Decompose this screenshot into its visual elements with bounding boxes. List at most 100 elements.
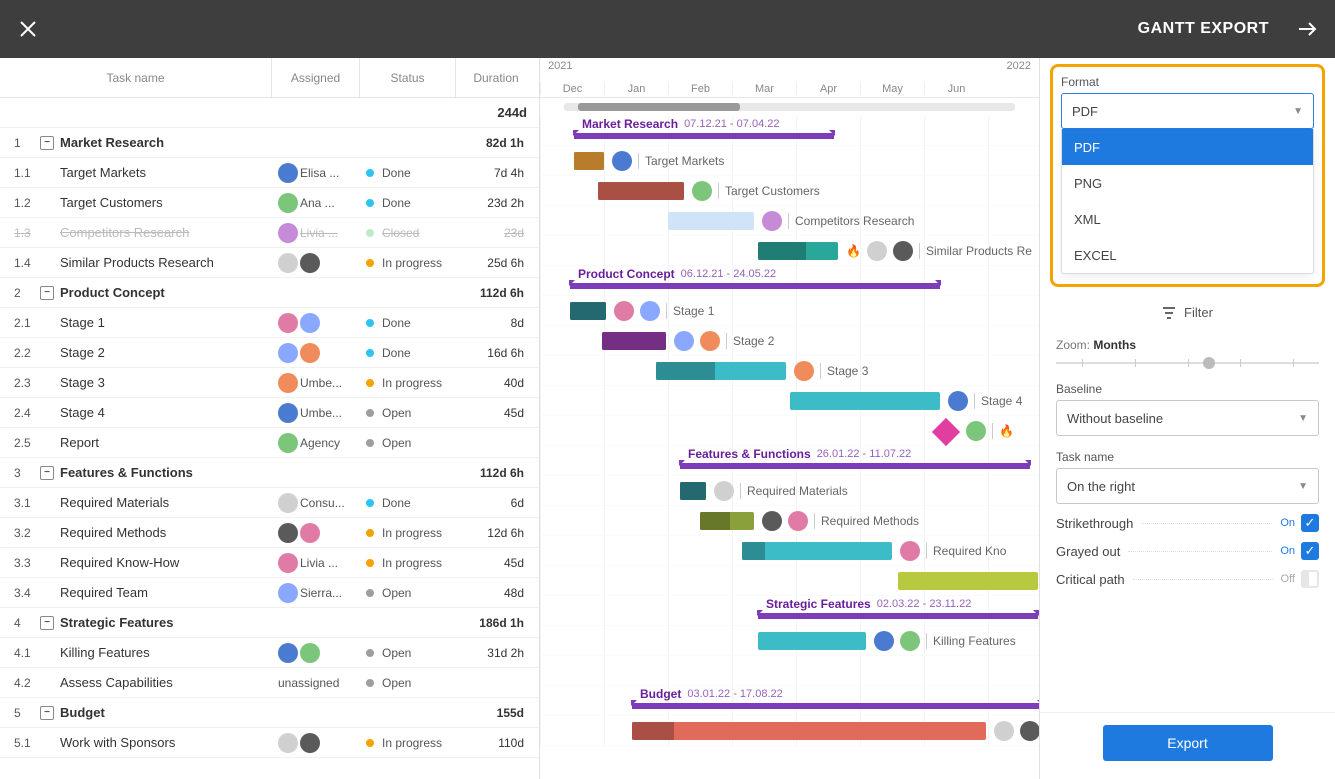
- gantt-summary-lane[interactable]: Features & Functions26.01.22 - 11.07.22: [540, 446, 1039, 476]
- summary-bar[interactable]: [758, 613, 1038, 619]
- collapse-button[interactable]: −: [40, 616, 54, 630]
- zoom-slider[interactable]: [1056, 356, 1319, 370]
- next-arrow-button[interactable]: [1279, 0, 1335, 58]
- avatar: [640, 301, 660, 321]
- collapse-button[interactable]: −: [40, 706, 54, 720]
- summary-name: Features & Functions: [688, 447, 811, 461]
- gantt-summary-lane[interactable]: Budget03.01.22 - 17.08.22: [540, 686, 1039, 716]
- filter-button[interactable]: Filter: [1056, 305, 1319, 320]
- task-row[interactable]: 1.3Competitors ResearchLivia ...Closed23…: [0, 218, 539, 248]
- close-button[interactable]: [0, 0, 56, 58]
- task-row[interactable]: 2.2Stage 2Done16d 6h: [0, 338, 539, 368]
- task-row[interactable]: 3.1Required MaterialsConsu...Done6d: [0, 488, 539, 518]
- summary-bar[interactable]: [570, 283, 940, 289]
- gantt-summary-lane[interactable]: Market Research07.12.21 - 07.04.22: [540, 116, 1039, 146]
- gantt-task-lane[interactable]: 🔥: [540, 416, 1039, 446]
- task-bar[interactable]: [656, 362, 786, 380]
- format-option-excel[interactable]: EXCEL: [1062, 237, 1313, 273]
- task-row[interactable]: 4.2Assess CapabilitiesunassignedOpen: [0, 668, 539, 698]
- gantt-task-lane[interactable]: Stage 2: [540, 326, 1039, 356]
- task-row[interactable]: 2.1Stage 1Done8d: [0, 308, 539, 338]
- task-row[interactable]: 1.2Target CustomersAna ...Done23d 2h: [0, 188, 539, 218]
- task-bar[interactable]: [680, 482, 706, 500]
- avatar: [994, 721, 1014, 741]
- summary-bar[interactable]: [632, 703, 1039, 709]
- task-bar[interactable]: [758, 632, 866, 650]
- task-bar[interactable]: [668, 212, 754, 230]
- task-bar[interactable]: [570, 302, 606, 320]
- format-option-png[interactable]: PNG: [1062, 165, 1313, 201]
- strikethrough-toggle[interactable]: On ✓: [1280, 514, 1319, 532]
- gantt-task-lane[interactable]: Competitors Research: [540, 206, 1039, 236]
- gantt-chart[interactable]: 2021 2022 DecJanFebMarAprMayJun Market R…: [540, 58, 1039, 779]
- summary-bar[interactable]: [574, 133, 834, 139]
- summary-bar[interactable]: [680, 463, 1030, 469]
- export-button[interactable]: Export: [1103, 725, 1273, 761]
- task-bar[interactable]: [598, 182, 684, 200]
- gantt-task-lane[interactable]: [540, 566, 1039, 596]
- grayed-toggle[interactable]: On ✓: [1280, 542, 1319, 560]
- task-bar[interactable]: [632, 722, 986, 740]
- col-header-duration[interactable]: Duration: [456, 58, 536, 97]
- format-option-xml[interactable]: XML: [1062, 201, 1313, 237]
- gantt-overview-thumb[interactable]: [578, 103, 740, 111]
- format-option-pdf[interactable]: PDF: [1062, 129, 1313, 165]
- task-bar[interactable]: [602, 332, 666, 350]
- task-row[interactable]: 1.1Target MarketsElisa ...Done7d 4h: [0, 158, 539, 188]
- gantt-task-lane[interactable]: Required Kno: [540, 536, 1039, 566]
- task-row[interactable]: 2.4Stage 4Umbe...Open45d: [0, 398, 539, 428]
- task-parent-row[interactable]: 1−Market Research82d 1h: [0, 128, 539, 158]
- gantt-task-lane[interactable]: Target Markets: [540, 146, 1039, 176]
- task-row[interactable]: 1.4Similar Products ResearchIn progress2…: [0, 248, 539, 278]
- collapse-button[interactable]: −: [40, 136, 54, 150]
- task-bar[interactable]: [742, 542, 892, 560]
- gantt-task-lane[interactable]: [540, 716, 1039, 746]
- gantt-overview-scrollbar[interactable]: [564, 103, 1015, 111]
- critical-toggle[interactable]: Off: [1281, 570, 1319, 588]
- milestone-diamond[interactable]: [932, 418, 960, 446]
- grid-header: Task name Assigned Status Duration: [0, 58, 539, 98]
- gantt-task-lane[interactable]: Stage 4: [540, 386, 1039, 416]
- task-bar[interactable]: [700, 512, 754, 530]
- task-row[interactable]: 3.4Required TeamSierra...Open48d: [0, 578, 539, 608]
- task-row[interactable]: 4.1Killing FeaturesOpen31d 2h: [0, 638, 539, 668]
- gantt-task-lane[interactable]: Stage 1: [540, 296, 1039, 326]
- gantt-task-lane[interactable]: [540, 656, 1039, 686]
- task-row[interactable]: 3.3Required Know-HowLivia ...In progress…: [0, 548, 539, 578]
- gantt-task-lane[interactable]: Killing Features: [540, 626, 1039, 656]
- task-bar[interactable]: [574, 152, 604, 170]
- gantt-task-lane[interactable]: Target Customers: [540, 176, 1039, 206]
- task-parent-row[interactable]: 5−Budget155d: [0, 698, 539, 728]
- gantt-summary-lane[interactable]: Strategic Features02.03.22 - 23.11.22: [540, 596, 1039, 626]
- baseline-select[interactable]: Without baseline ▼: [1056, 400, 1319, 436]
- zoom-slider-knob[interactable]: [1203, 357, 1215, 369]
- gantt-task-lane[interactable]: Required Methods: [540, 506, 1039, 536]
- col-header-name[interactable]: Task name: [0, 58, 272, 97]
- collapse-button[interactable]: −: [40, 466, 54, 480]
- task-row[interactable]: 5.1Work with SponsorsIn progress110d: [0, 728, 539, 758]
- gantt-task-lane[interactable]: Required Materials: [540, 476, 1039, 506]
- task-row[interactable]: 3.2Required MethodsIn progress12d 6h: [0, 518, 539, 548]
- task-row[interactable]: 2.5ReportAgencyOpen: [0, 428, 539, 458]
- taskname-select[interactable]: On the right ▼: [1056, 468, 1319, 504]
- gantt-summary-lane[interactable]: Product Concept06.12.21 - 24.05.22: [540, 266, 1039, 296]
- task-parent-row[interactable]: 3−Features & Functions112d 6h: [0, 458, 539, 488]
- gantt-task-lane[interactable]: 🔥Similar Products Re: [540, 236, 1039, 266]
- task-bar[interactable]: [790, 392, 940, 410]
- task-status-cell: Open: [360, 406, 456, 420]
- task-bar-label: Competitors Research: [762, 206, 914, 236]
- collapse-button[interactable]: −: [40, 286, 54, 300]
- task-bar-label: Stage 2: [674, 326, 774, 356]
- task-parent-row[interactable]: 2−Product Concept112d 6h: [0, 278, 539, 308]
- task-assigned-cell: Consu...: [272, 493, 360, 513]
- col-header-assigned[interactable]: Assigned: [272, 58, 360, 97]
- task-status-cell: In progress: [360, 736, 456, 750]
- task-parent-row[interactable]: 4−Strategic Features186d 1h: [0, 608, 539, 638]
- format-select[interactable]: PDF ▼: [1061, 93, 1314, 129]
- col-header-status[interactable]: Status: [360, 58, 456, 97]
- task-wbs: 2.3: [0, 376, 40, 390]
- task-bar[interactable]: [758, 242, 838, 260]
- task-bar[interactable]: [898, 572, 1038, 590]
- task-row[interactable]: 2.3Stage 3Umbe...In progress40d: [0, 368, 539, 398]
- gantt-task-lane[interactable]: Stage 3: [540, 356, 1039, 386]
